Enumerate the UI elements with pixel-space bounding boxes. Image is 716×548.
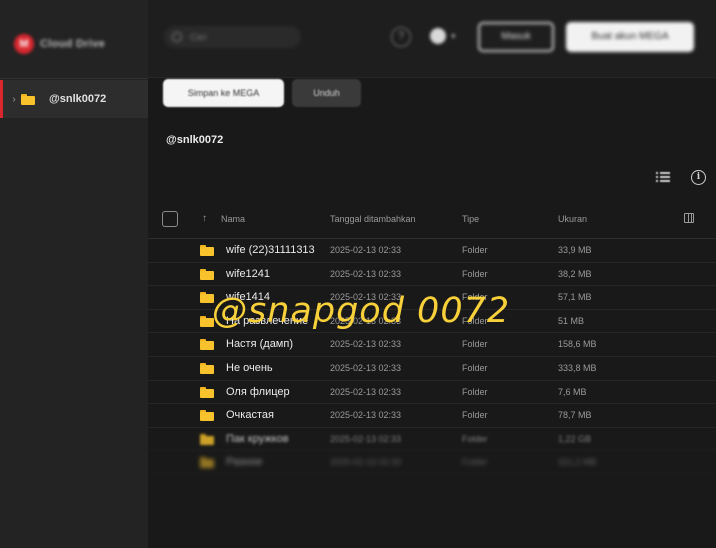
folder-icon bbox=[200, 268, 214, 280]
file-name: Разное bbox=[226, 456, 263, 469]
file-name: wife1241 bbox=[226, 267, 271, 280]
file-type: Folder bbox=[462, 245, 488, 255]
file-type: Folder bbox=[462, 410, 488, 421]
file-size: 57,1 MB bbox=[558, 292, 592, 303]
column-header-name[interactable]: Nama bbox=[221, 214, 245, 224]
help-icon[interactable]: ? bbox=[391, 27, 411, 47]
folder-icon bbox=[200, 433, 214, 445]
file-name: Пак кружков bbox=[226, 432, 289, 445]
folder-icon bbox=[200, 457, 214, 469]
chevron-right-icon[interactable]: › bbox=[7, 94, 21, 105]
file-size: 38,2 MB bbox=[558, 268, 592, 279]
sidebar: M Cloud Drive › @snlk0072 bbox=[0, 0, 148, 548]
file-size: 1,22 GB bbox=[558, 433, 592, 444]
chevron-down-icon: ▾ bbox=[451, 30, 456, 41]
download-button[interactable]: Unduh bbox=[292, 79, 361, 107]
signup-button[interactable]: Buat akun MEGA bbox=[566, 22, 694, 52]
column-header-date[interactable]: Tanggal ditambahkan bbox=[330, 214, 416, 224]
file-date: 2025-02-13 02:33 bbox=[330, 457, 402, 468]
folder-icon bbox=[21, 93, 35, 105]
column-header-type[interactable]: Tipe bbox=[462, 214, 479, 224]
search-input[interactable]: Cari bbox=[164, 26, 301, 48]
table-row[interactable]: wife1241 2025-02-13 02:33 Folder 38,2 MB bbox=[148, 263, 716, 287]
file-name: Очкастая bbox=[226, 409, 274, 422]
folder-icon bbox=[200, 410, 214, 422]
file-table: ↑ Nama Tanggal ditambahkan Tipe Ukuran w… bbox=[148, 205, 716, 475]
file-size: 321,2 MB bbox=[558, 457, 597, 468]
file-type: Folder bbox=[462, 433, 488, 444]
folder-icon bbox=[200, 362, 214, 374]
breadcrumb: @snlk0072 bbox=[166, 134, 224, 146]
sort-arrow-up-icon[interactable]: ↑ bbox=[202, 213, 207, 224]
table-row[interactable]: Пак кружков 2025-02-13 02:33 Folder 1,22… bbox=[148, 428, 716, 452]
folder-icon bbox=[200, 339, 214, 351]
file-size: 51 MB bbox=[558, 315, 585, 326]
column-settings-icon[interactable] bbox=[684, 213, 694, 223]
save-to-mega-button[interactable]: Simpan ke MEGA bbox=[163, 79, 284, 107]
language-selector[interactable]: ▾ bbox=[430, 28, 456, 44]
file-name: wife (22)31111313 bbox=[226, 244, 315, 256]
search-placeholder: Cari bbox=[190, 32, 207, 42]
watermark-text: @snapgod 0072 bbox=[212, 291, 511, 331]
file-size: 33,9 MB bbox=[558, 245, 592, 255]
sidebar-item-root-folder[interactable]: › @snlk0072 bbox=[0, 80, 148, 118]
info-icon[interactable]: i bbox=[691, 170, 706, 185]
select-all-checkbox[interactable] bbox=[162, 211, 178, 227]
file-date: 2025-02-13 02:33 bbox=[330, 268, 402, 279]
sidebar-divider bbox=[0, 78, 148, 79]
login-button[interactable]: Masuk bbox=[478, 22, 554, 52]
globe-icon bbox=[430, 28, 446, 44]
file-size: 333,8 MB bbox=[558, 362, 597, 373]
file-date: 2025-02-13 02:33 bbox=[330, 410, 402, 421]
list-view-icon[interactable] bbox=[656, 171, 670, 183]
file-date: 2025-02-13 02:33 bbox=[330, 339, 402, 350]
file-name: Оля флицер bbox=[226, 385, 290, 398]
file-name: Настя (дамп) bbox=[226, 338, 293, 351]
search-icon bbox=[172, 32, 182, 42]
table-row[interactable]: Настя (дамп) 2025-02-13 02:33 Folder 158… bbox=[148, 333, 716, 357]
file-size: 78,7 MB bbox=[558, 410, 592, 421]
table-header: ↑ Nama Tanggal ditambahkan Tipe Ukuran bbox=[148, 205, 716, 239]
table-row[interactable]: wife (22)31111313 2025-02-13 02:33 Folde… bbox=[148, 239, 716, 263]
table-row[interactable]: Не очень 2025-02-13 02:33 Folder 333,8 M… bbox=[148, 357, 716, 381]
logo[interactable]: M Cloud Drive bbox=[14, 32, 105, 56]
file-type: Folder bbox=[462, 386, 488, 397]
file-size: 158,6 MB bbox=[558, 339, 597, 350]
file-name: Не очень bbox=[226, 361, 273, 374]
table-row[interactable]: Разное 2025-02-13 02:33 Folder 321,2 MB bbox=[148, 451, 716, 475]
file-type: Folder bbox=[462, 339, 488, 350]
file-size: 7,6 MB bbox=[558, 386, 587, 397]
folder-icon bbox=[200, 245, 214, 256]
file-date: 2025-02-13 02:33 bbox=[330, 386, 402, 397]
file-type: Folder bbox=[462, 268, 488, 279]
table-row[interactable]: Оля флицер 2025-02-13 02:33 Folder 7,6 M… bbox=[148, 381, 716, 405]
file-type: Folder bbox=[462, 362, 488, 373]
file-type: Folder bbox=[462, 457, 488, 468]
column-header-size[interactable]: Ukuran bbox=[558, 214, 587, 224]
sidebar-item-label: @snlk0072 bbox=[49, 93, 107, 105]
file-date: 2025-02-13 02:33 bbox=[330, 362, 402, 373]
file-date: 2025-02-13 02:33 bbox=[330, 245, 402, 255]
table-row[interactable]: Очкастая 2025-02-13 02:33 Folder 78,7 MB bbox=[148, 404, 716, 428]
mega-logo-icon: M bbox=[14, 34, 34, 54]
folder-icon bbox=[200, 386, 214, 398]
logo-text: Cloud Drive bbox=[40, 38, 106, 50]
file-date: 2025-02-13 02:33 bbox=[330, 433, 402, 444]
app-window: M Cloud Drive › @snlk0072 Cari ? ▾ Masuk… bbox=[0, 0, 716, 548]
top-header: Cari ? ▾ Masuk Buat akun MEGA bbox=[148, 0, 716, 78]
